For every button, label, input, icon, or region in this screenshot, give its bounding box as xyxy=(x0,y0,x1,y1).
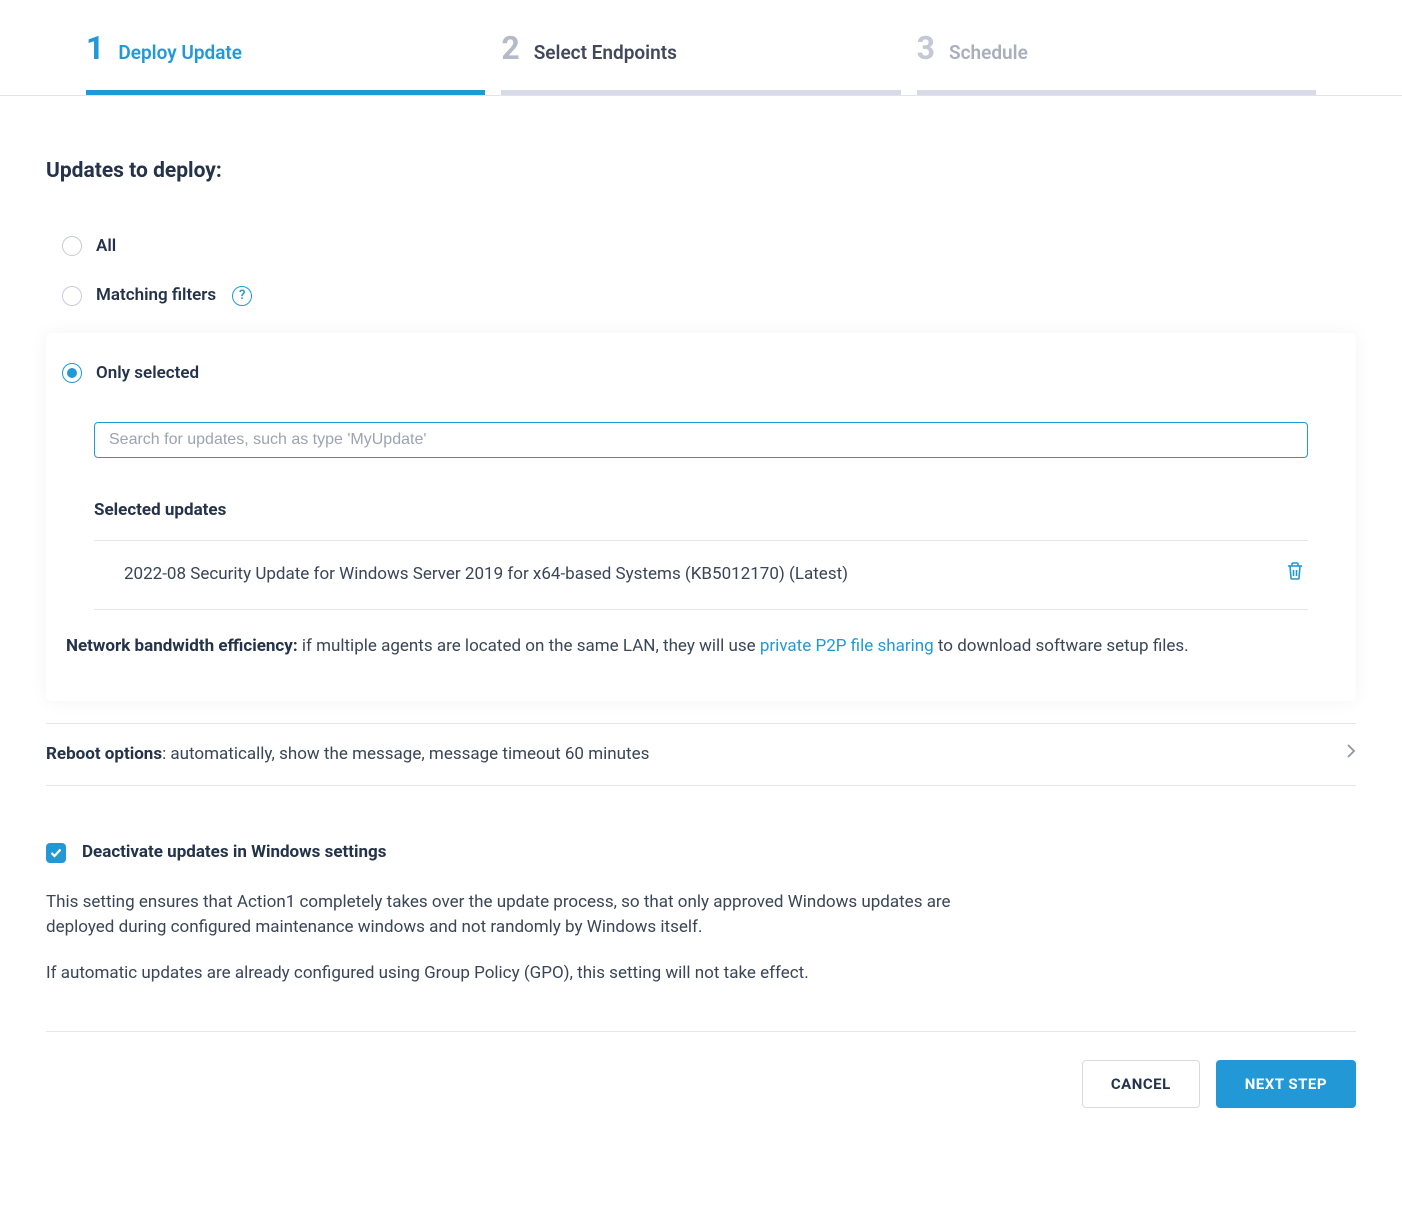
step-deploy-update[interactable]: 1 Deploy Update xyxy=(86,24,485,95)
radio-label: All xyxy=(96,234,116,260)
step-schedule[interactable]: 3 Schedule xyxy=(917,24,1316,95)
step-number: 3 xyxy=(917,24,935,72)
network-bandwidth-info: Network bandwidth efficiency: if multipl… xyxy=(62,634,1340,660)
step-label: Schedule xyxy=(949,39,1028,68)
radio-option-matching-filters[interactable]: Matching filters ? xyxy=(46,271,1356,321)
radio-icon xyxy=(62,236,82,256)
section-title: Updates to deploy: xyxy=(46,156,1356,188)
remove-update-button[interactable] xyxy=(1282,557,1308,594)
info-bold: Network bandwidth efficiency: xyxy=(66,636,298,656)
info-text-after: to download software setup files. xyxy=(934,636,1189,656)
p2p-link[interactable]: private P2P file sharing xyxy=(760,636,934,656)
only-selected-panel: Only selected Selected updates 2022-08 S… xyxy=(46,333,1356,701)
radio-option-only-selected[interactable]: Only selected xyxy=(62,349,1340,399)
help-icon[interactable]: ? xyxy=(232,286,252,306)
selected-updates-heading: Selected updates xyxy=(94,498,1308,524)
update-name: 2022-08 Security Update for Windows Serv… xyxy=(124,562,848,588)
updates-scope-group: All Matching filters ? Only selected Sel… xyxy=(46,222,1356,701)
checkbox-checked-icon xyxy=(46,843,66,863)
step-select-endpoints[interactable]: 2 Select Endpoints xyxy=(501,24,900,95)
radio-label: Only selected xyxy=(96,361,199,387)
selected-updates-list: 2022-08 Security Update for Windows Serv… xyxy=(94,540,1308,611)
radio-icon xyxy=(62,363,82,383)
info-text: if multiple agents are located on the sa… xyxy=(298,636,760,656)
trash-icon xyxy=(1286,561,1304,590)
step-number: 1 xyxy=(86,24,104,72)
reboot-options-summary: : automatically, show the message, messa… xyxy=(162,744,649,764)
search-updates-input[interactable] xyxy=(94,422,1308,458)
selected-update-row: 2022-08 Security Update for Windows Serv… xyxy=(94,541,1308,611)
deactivate-desc-2: If automatic updates are already configu… xyxy=(46,961,1006,987)
deactivate-updates-section: Deactivate updates in Windows settings T… xyxy=(46,786,1356,1032)
radio-label: Matching filters xyxy=(96,283,216,309)
reboot-options-row[interactable]: Reboot options: automatically, show the … xyxy=(46,723,1356,787)
wizard-footer: CANCEL NEXT STEP xyxy=(46,1032,1356,1168)
deactivate-updates-checkbox-row[interactable]: Deactivate updates in Windows settings xyxy=(46,840,1356,866)
reboot-options-label: Reboot options xyxy=(46,744,162,764)
chevron-right-icon xyxy=(1346,742,1356,768)
step-label: Deploy Update xyxy=(118,39,242,68)
step-number: 2 xyxy=(501,24,519,72)
cancel-button[interactable]: CANCEL xyxy=(1082,1060,1200,1108)
next-step-button[interactable]: NEXT STEP xyxy=(1216,1060,1356,1108)
wizard-stepper: 1 Deploy Update 2 Select Endpoints 3 Sch… xyxy=(0,0,1402,96)
step-label: Select Endpoints xyxy=(534,39,677,68)
deactivate-updates-label: Deactivate updates in Windows settings xyxy=(82,840,386,866)
deactivate-desc-1: This setting ensures that Action1 comple… xyxy=(46,890,1006,941)
radio-icon xyxy=(62,286,82,306)
radio-option-all[interactable]: All xyxy=(46,222,1356,272)
